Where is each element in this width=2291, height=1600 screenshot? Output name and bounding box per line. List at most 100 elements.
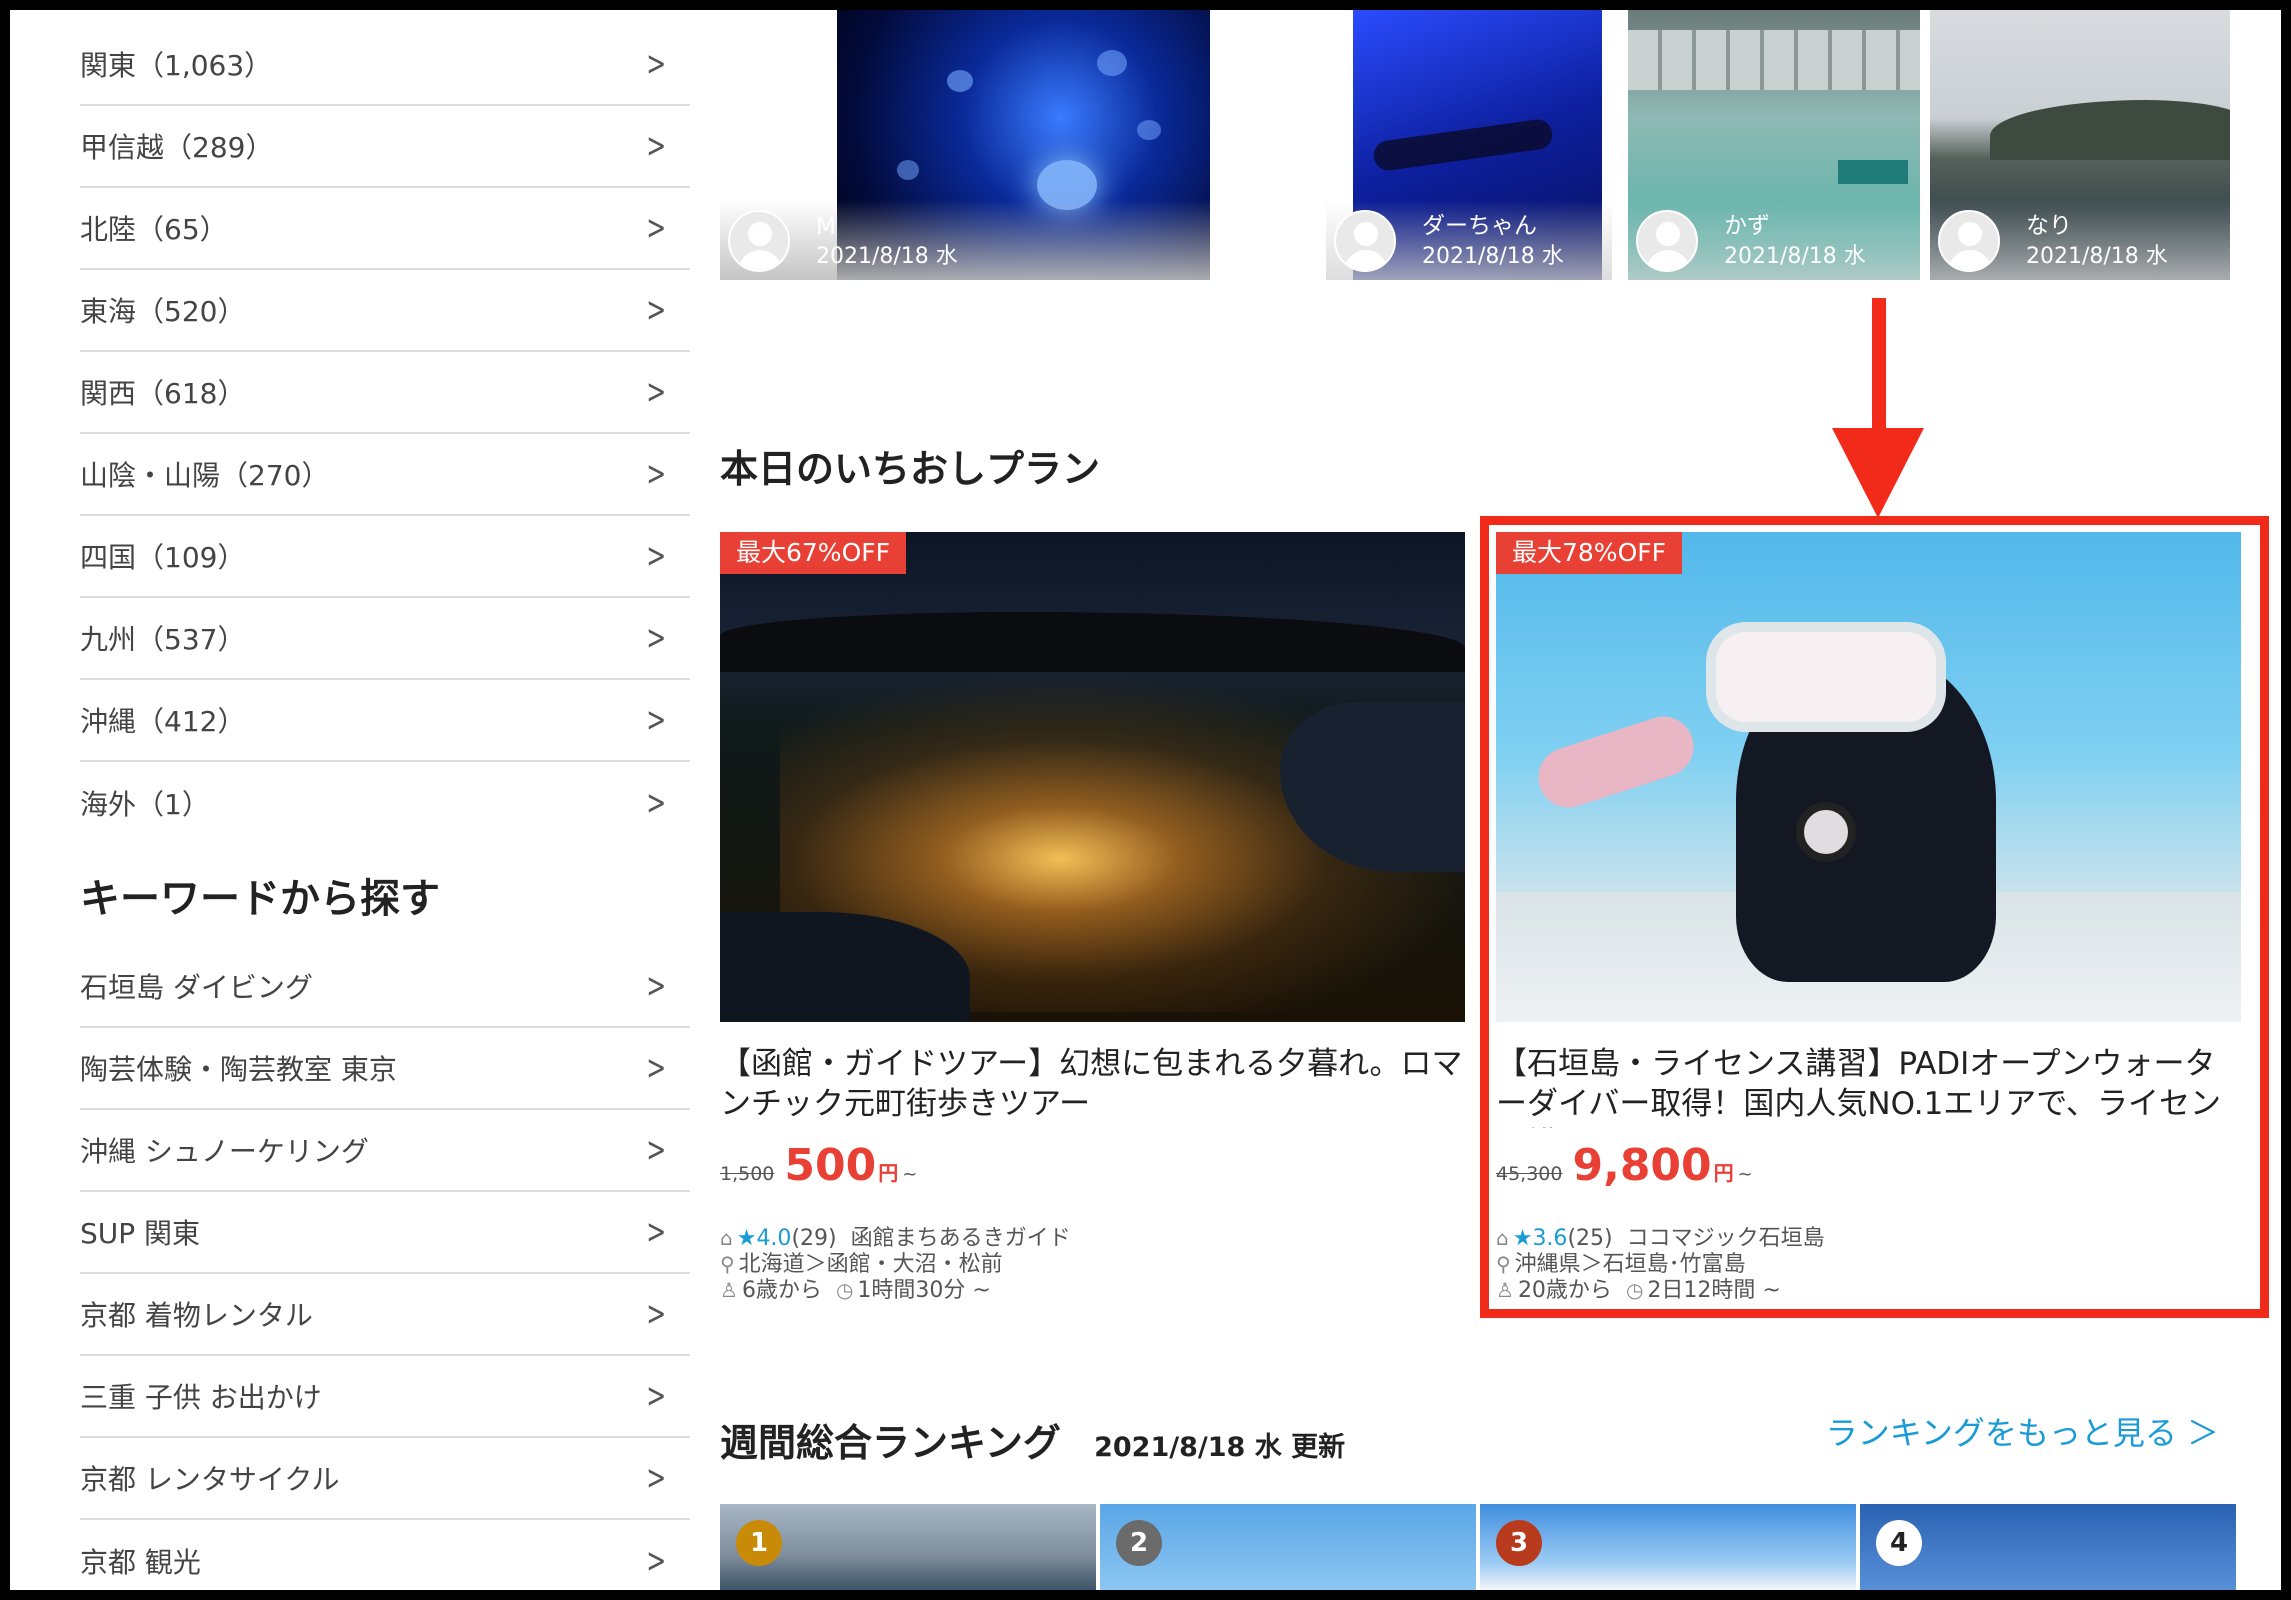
ranking-tile[interactable]: 2 bbox=[1100, 1504, 1476, 1590]
region-item[interactable]: 山陰・山陽（270） > bbox=[80, 434, 690, 516]
chevron-right-icon: > bbox=[645, 454, 666, 494]
rank-badge: 4 bbox=[1876, 1520, 1922, 1566]
rank-badge: 3 bbox=[1496, 1520, 1542, 1566]
arrow-down-icon bbox=[1832, 298, 1924, 518]
keyword-item[interactable]: 京都 着物レンタル > bbox=[80, 1274, 690, 1356]
keyword-label: 京都 着物レンタル bbox=[80, 1299, 313, 1332]
keyword-label: SUP 関東 bbox=[80, 1217, 201, 1250]
photo-user-name: ダーちゃん bbox=[1422, 213, 1537, 239]
region-item[interactable]: 九州（537） > bbox=[80, 598, 690, 680]
chevron-right-icon: > bbox=[645, 372, 666, 412]
avatar bbox=[1636, 210, 1698, 272]
plan-title[interactable]: 【函館・ガイドツアー】幻想に包まれる夕暮れ。ロマンチック元町街歩きツアー bbox=[720, 1044, 1470, 1128]
photo-post[interactable]: ダーちゃん 2021/8/18 水 bbox=[1326, 10, 1612, 280]
region-label: 北陸（65） bbox=[80, 213, 228, 246]
plan-card[interactable]: 最大67%OFF 【函館・ガイドツアー】幻想に包まれる夕暮れ。ロマンチック元町街… bbox=[720, 532, 1480, 1312]
keyword-label: 陶芸体験・陶芸教室 東京 bbox=[80, 1053, 397, 1086]
photo-user-name: なり bbox=[2026, 213, 2072, 239]
ranking-tile[interactable]: 3 bbox=[1480, 1504, 1856, 1590]
photo-post[interactable]: なり 2021/8/18 水 bbox=[1930, 10, 2230, 280]
keyword-item[interactable]: 京都 レンタサイクル > bbox=[80, 1438, 690, 1520]
ranking-updated: 2021/8/18 水 更新 bbox=[1094, 1432, 1346, 1463]
region-item[interactable]: 沖縄（412） > bbox=[80, 680, 690, 762]
keyword-item[interactable]: 陶芸体験・陶芸教室 東京 > bbox=[80, 1028, 690, 1110]
discount-badge: 最大67%OFF bbox=[720, 532, 907, 574]
keyword-item[interactable]: SUP 関東 > bbox=[80, 1192, 690, 1274]
keyword-label: 京都 観光 bbox=[80, 1546, 201, 1579]
region-label: 沖縄（412） bbox=[80, 705, 246, 738]
region-label: 関東（1,063） bbox=[80, 49, 273, 82]
chevron-right-icon: > bbox=[645, 44, 666, 84]
discount-badge: 最大78%OFF bbox=[1496, 532, 1683, 574]
ranking-more-link[interactable]: ランキングをもっと見る ＞ bbox=[1826, 1408, 2219, 1454]
keyword-item[interactable]: 三重 子供 お出かけ > bbox=[80, 1356, 690, 1438]
photo-date: 2021/8/18 水 bbox=[2026, 244, 2168, 269]
keyword-heading: キーワードから探す bbox=[80, 876, 440, 922]
chevron-right-icon: > bbox=[645, 1212, 666, 1252]
rank-badge: 2 bbox=[1116, 1520, 1162, 1566]
coast-photo bbox=[1990, 100, 2230, 160]
keyword-label: 三重 子供 お出かけ bbox=[80, 1381, 322, 1414]
chevron-right-icon: > bbox=[645, 966, 666, 1006]
photo-user-name: M bbox=[816, 214, 836, 240]
keyword-item[interactable]: 石垣島 ダイビング > bbox=[80, 946, 690, 1028]
chevron-right-icon: > bbox=[645, 536, 666, 576]
ranking-tile[interactable]: 1 bbox=[720, 1504, 1096, 1590]
chevron-right-icon: > bbox=[645, 1294, 666, 1334]
chevron-right-icon: > bbox=[645, 783, 666, 823]
detail-row: ♙ 6歳から ◷ 1時間30分 ~ bbox=[720, 1272, 991, 1304]
photo-post[interactable]: M 2021/8/18 水 bbox=[720, 10, 1220, 280]
currency-label: 円 bbox=[878, 1161, 899, 1185]
price-tilde: ~ bbox=[902, 1164, 918, 1185]
region-item[interactable]: 東海（520） > bbox=[80, 270, 690, 352]
section-title-plans: 本日のいちおしプラン bbox=[720, 447, 1101, 491]
page: 関東（1,063） > 甲信越（289） > 北陸（65） > 東海（520） > 関西… bbox=[10, 10, 2281, 1590]
keyword-item[interactable]: 京都 観光 > bbox=[80, 1520, 690, 1590]
region-item[interactable]: 四国（109） > bbox=[80, 516, 690, 598]
hakodate-night-photo bbox=[720, 532, 1465, 1022]
keyword-label: 石垣島 ダイビング bbox=[80, 971, 313, 1004]
region-label: 四国（109） bbox=[80, 541, 246, 574]
chevron-right-icon: > bbox=[645, 126, 666, 166]
chevron-right-icon: > bbox=[645, 1130, 666, 1170]
chevron-right-icon: > bbox=[645, 1376, 666, 1416]
photo-user-name: かず bbox=[1724, 213, 1770, 239]
photo-date: 2021/8/18 水 bbox=[1422, 244, 1564, 269]
region-label: 甲信越（289） bbox=[80, 131, 274, 164]
chevron-right-icon: > bbox=[645, 1458, 666, 1498]
chevron-right-icon: > bbox=[645, 290, 666, 330]
region-label: 山陰・山陽（270） bbox=[80, 459, 330, 492]
photo-post[interactable]: かず 2021/8/18 水 bbox=[1628, 10, 1920, 280]
region-label: 九州（537） bbox=[80, 623, 246, 656]
section-title-ranking: 週間総合ランキング 2021/8/18 水 更新 bbox=[720, 1412, 1345, 1467]
duration-text: 1時間30分 ~ bbox=[857, 1278, 991, 1303]
region-item[interactable]: 関東（1,063） > bbox=[80, 24, 690, 106]
price-row: 1,500 500 円 ~ bbox=[720, 1140, 917, 1191]
highlight-box bbox=[1480, 516, 2269, 1318]
region-label: 海外（1） bbox=[80, 788, 210, 821]
region-item[interactable]: 甲信越（289） > bbox=[80, 106, 690, 188]
avatar bbox=[1334, 210, 1396, 272]
clock-icon: ◷ bbox=[835, 1278, 854, 1302]
person-icon: ♙ bbox=[720, 1278, 738, 1302]
rank-badge: 1 bbox=[736, 1520, 782, 1566]
chevron-right-icon: > bbox=[645, 618, 666, 658]
keyword-label: 京都 レンタサイクル bbox=[80, 1463, 340, 1496]
age-text: 6歳から bbox=[741, 1278, 822, 1303]
ranking-title: 週間総合ランキング bbox=[720, 1421, 1061, 1465]
region-label: 関西（618） bbox=[80, 377, 246, 410]
sale-price: 500 bbox=[784, 1140, 877, 1191]
chevron-right-icon: > bbox=[645, 1541, 666, 1581]
avatar bbox=[1938, 210, 2000, 272]
region-item[interactable]: 関西（618） > bbox=[80, 352, 690, 434]
original-price: 1,500 bbox=[720, 1163, 775, 1185]
avatar bbox=[728, 210, 790, 272]
chevron-right-icon: > bbox=[645, 208, 666, 248]
photo-date: 2021/8/18 水 bbox=[816, 244, 958, 269]
chevron-right-icon: > bbox=[645, 700, 666, 740]
keyword-item[interactable]: 沖縄 シュノーケリング > bbox=[80, 1110, 690, 1192]
region-item[interactable]: 海外（1） > bbox=[80, 762, 690, 844]
chevron-right-icon: > bbox=[645, 1048, 666, 1088]
ranking-tile[interactable]: 4 bbox=[1860, 1504, 2236, 1590]
region-item[interactable]: 北陸（65） > bbox=[80, 188, 690, 270]
